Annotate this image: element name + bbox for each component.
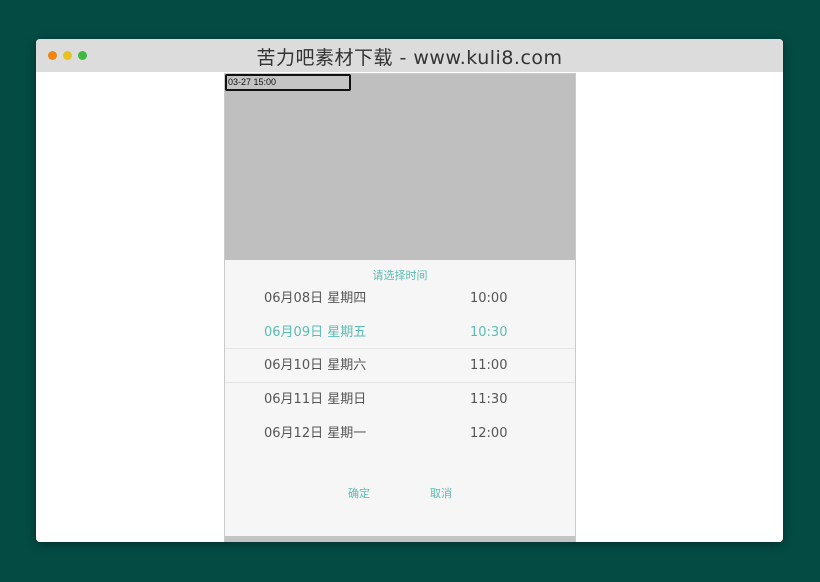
browser-window: 苦力吧素材下载 - www.kuli8.com 03-27 15:00 请选择时… <box>36 39 783 542</box>
picker-time: 10:30 <box>470 325 508 340</box>
picker-row-highlighted[interactable]: 06月09日 星期五 10:30 <box>225 316 575 349</box>
cancel-button[interactable]: 取消 <box>430 485 452 501</box>
picker-date: 06月11日 星期日 <box>264 392 367 407</box>
picker-date: 06月08日 星期四 <box>264 291 367 306</box>
picker-date: 06月12日 星期一 <box>264 426 367 441</box>
picker-row[interactable]: 06月12日 星期一 12:00 <box>225 417 575 450</box>
picker-time: 12:00 <box>470 426 508 441</box>
picker-row-selected[interactable]: 06月10日 星期六 11:00 <box>225 349 575 382</box>
confirm-button[interactable]: 确定 <box>348 485 370 501</box>
picker-date: 06月09日 星期五 <box>264 325 367 340</box>
bottom-bar <box>225 536 575 542</box>
window-title: 苦力吧素材下载 - www.kuli8.com <box>256 47 563 69</box>
title-bar: 苦力吧素材下载 - www.kuli8.com <box>36 39 783 72</box>
picker-title: 请选择时间 <box>372 269 428 282</box>
page-content: 03-27 15:00 请选择时间 06月08日 星期四 10:00 06月09… <box>36 72 783 542</box>
picker-time: 11:30 <box>470 392 508 407</box>
picker-row[interactable]: 06月08日 星期四 10:00 <box>225 282 575 315</box>
picker-date: 06月10日 星期六 <box>264 358 367 373</box>
picker-time: 10:00 <box>470 291 508 306</box>
picker-row[interactable]: 06月11日 星期日 11:30 <box>225 383 575 416</box>
datetime-picker: 请选择时间 06月08日 星期四 10:00 06月09日 星期五 10:30 … <box>225 260 575 536</box>
picker-time: 11:00 <box>470 358 508 373</box>
mobile-view: 03-27 15:00 请选择时间 06月08日 星期四 10:00 06月09… <box>224 73 576 542</box>
date-input[interactable]: 03-27 15:00 <box>225 74 351 91</box>
